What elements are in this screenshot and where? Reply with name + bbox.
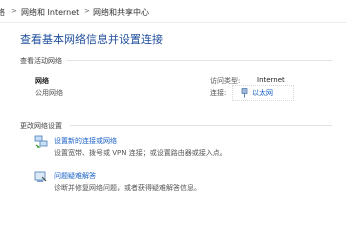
network-name: 网络 bbox=[35, 77, 49, 85]
troubleshoot-icon bbox=[34, 171, 47, 182]
access-type-value: Internet bbox=[257, 76, 285, 84]
breadcrumb-item-sharing-center[interactable]: 网络和共享中心 bbox=[93, 7, 149, 18]
ethernet-connection-link[interactable]: 以太网 bbox=[241, 87, 273, 98]
chevron-right-icon: > bbox=[11, 7, 17, 15]
connections-label: 连接: bbox=[210, 89, 227, 97]
breadcrumb: 络 > 网络和 Internet > 网络和共享中心 bbox=[0, 0, 346, 23]
troubleshoot-description: 诊断并修复网络问题，或者获得疑难解答信息。 bbox=[54, 184, 201, 192]
divider bbox=[66, 60, 332, 61]
chevron-right-icon: > bbox=[84, 7, 90, 15]
troubleshoot-link[interactable]: 问题疑难解答 bbox=[54, 171, 96, 181]
section-label-change-settings: 更改网络设置 bbox=[20, 122, 62, 130]
breadcrumb-item-network[interactable]: 络 bbox=[0, 7, 5, 18]
network-setup-icon bbox=[34, 135, 48, 148]
ethernet-icon bbox=[241, 87, 248, 97]
setup-connection-link[interactable]: 设置新的连接或网络 bbox=[54, 136, 117, 146]
section-label-active-networks: 查看活动网络 bbox=[20, 57, 62, 65]
network-type: 公用网络 bbox=[35, 89, 63, 97]
divider bbox=[70, 125, 332, 126]
ethernet-link-label: 以太网 bbox=[252, 88, 273, 97]
page-title: 查看基本网络信息并设置连接 bbox=[20, 33, 163, 46]
setup-connection-description: 设置宽带、拨号或 VPN 连接；或设置路由器或接入点。 bbox=[54, 149, 227, 157]
breadcrumb-item-network-internet[interactable]: 网络和 Internet bbox=[21, 7, 79, 18]
